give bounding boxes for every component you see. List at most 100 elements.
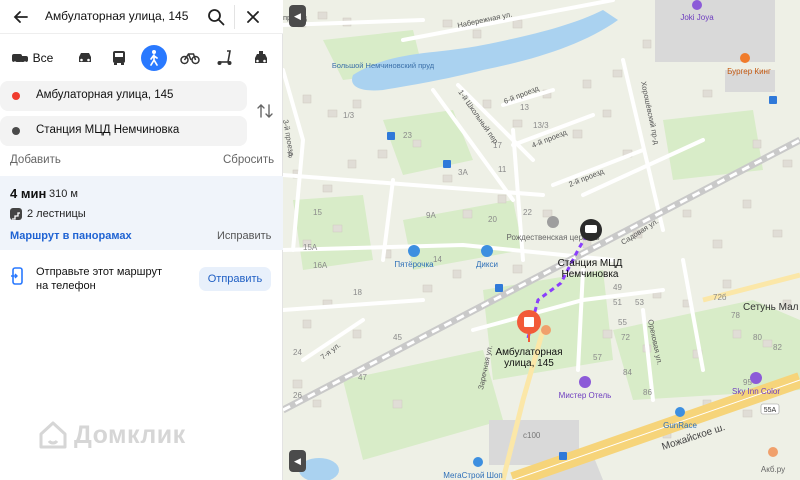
skyinn-icon [750, 372, 762, 384]
house-number: 13 [520, 103, 529, 112]
mode-car-button[interactable] [72, 44, 98, 72]
route-stairs: 2 лестницы [27, 208, 86, 220]
house-number: 16A [313, 261, 328, 270]
poi-megastroy: МегаСтрой Шоп [443, 471, 503, 480]
house-number: 51 [613, 298, 622, 307]
end-dot-icon [12, 127, 20, 135]
house-number: 24 [293, 348, 302, 357]
watermark: Домклик [38, 420, 186, 450]
house-number: 11 [498, 165, 507, 174]
house-number: 49 [613, 283, 622, 292]
house-number: 26 [293, 391, 302, 400]
poi-burger: Бургер Кинг [727, 67, 771, 76]
pyaterochka-icon [408, 245, 420, 257]
megastroy-icon [473, 457, 483, 467]
poi-akb: Акб.ру [761, 465, 785, 474]
hotel-icon [579, 376, 591, 388]
search-icon[interactable] [205, 6, 227, 28]
scooter-icon [217, 50, 232, 65]
house-number: 15 [313, 208, 322, 217]
cafe-icon [541, 325, 551, 335]
taxi-icon [255, 51, 267, 63]
house-number: 78 [731, 311, 740, 320]
mode-all-button[interactable]: Все [6, 44, 58, 72]
pond-label: Большой Немчиновский пруд [332, 61, 435, 70]
map-view[interactable]: 9 9A 11 13 13/3 3A 15 15А 14 16A 18 20 2… [283, 0, 800, 480]
send-to-phone-row: Отправьте этот маршрут на телефон Отправ… [0, 260, 283, 300]
pedestrian-icon [150, 50, 158, 66]
add-point-link[interactable]: Добавить [10, 154, 61, 166]
mode-all-label: Все [32, 51, 54, 65]
house-number: 23 [403, 131, 412, 140]
dixy-icon [481, 245, 493, 257]
pond-label-text: Большой Немчиновский пруд [332, 61, 435, 70]
church-icon [547, 216, 559, 228]
route-point-to[interactable]: Станция МЦД Немчиновка [0, 116, 247, 146]
house-number: 55 [618, 318, 627, 327]
bus-icon [113, 51, 125, 65]
burger-icon [740, 53, 750, 63]
mode-taxi-button[interactable] [248, 44, 274, 72]
akb-icon [768, 447, 778, 457]
map-canvas[interactable]: 9 9A 11 13 13/3 3A 15 15А 14 16A 18 20 2… [283, 0, 800, 480]
mode-bike-button[interactable] [177, 44, 203, 72]
house-number: 1/3 [343, 111, 355, 120]
send-line-2: на телефон [36, 280, 96, 292]
gunrace-icon [675, 407, 685, 417]
mode-walk-button[interactable] [141, 45, 167, 71]
route-point-from[interactable]: Амбулаторная улица, 145 [0, 81, 247, 111]
route-55a: 55А [764, 407, 777, 414]
from-input[interactable]: Амбулаторная улица, 145 [36, 89, 173, 101]
poi-gunrace: GunRace [663, 421, 697, 430]
reset-link[interactable]: Сбросить [223, 154, 274, 166]
divider [234, 5, 235, 29]
house-number: 20 [488, 215, 497, 224]
house-number: 3A [458, 168, 468, 177]
map-corner-button[interactable]: ◀ [289, 450, 306, 472]
mode-bus-button[interactable] [106, 44, 132, 72]
house-logo-icon [39, 421, 67, 449]
poi-mister: Мистер Отель [559, 391, 612, 400]
house-number: 80 [753, 333, 762, 342]
send-description: Отправьте этот маршрут на телефон [36, 265, 196, 293]
send-line-1: Отправьте этот маршрут [36, 266, 163, 278]
route-distance: 310 м [49, 188, 78, 200]
house-number: 22 [523, 208, 532, 217]
mode-scooter-button[interactable] [212, 44, 238, 72]
joki-icon [692, 0, 702, 10]
house-number: 14 [433, 255, 442, 264]
route-time: 4 мин [10, 186, 47, 201]
search-input[interactable]: Амбулаторная улица, 145 [45, 9, 188, 23]
fix-route-link[interactable]: Исправить [217, 230, 271, 242]
transport-modes: Все [0, 44, 283, 74]
poi-dest-2: улица, 145 [504, 358, 554, 369]
all-modes-icon [11, 54, 28, 65]
house-number: 9A [426, 211, 436, 220]
stairs-icon [10, 208, 22, 220]
house-number: 53 [635, 298, 644, 307]
street-label: 3-й проезд [283, 119, 296, 158]
poi-dest-1: Амбулаторная [496, 346, 563, 358]
house-number: 18 [353, 288, 362, 297]
panorama-route-link[interactable]: Маршрут в панорамах [10, 230, 132, 242]
close-icon[interactable] [242, 6, 264, 28]
collapse-panel-button[interactable]: ◀ [289, 5, 306, 27]
route-card[interactable]: 4 мин 310 м 2 лестницы Маршрут в панорам… [0, 176, 283, 250]
house-number: 45 [393, 333, 402, 342]
bicycle-icon [180, 53, 200, 65]
poi-joki: Joki Joya [680, 13, 714, 22]
poi-dixy: Дикси [476, 260, 498, 269]
back-arrow-icon[interactable] [10, 6, 32, 28]
house-number: 47 [358, 373, 367, 382]
poi-station-1: Станция МЦД [558, 258, 623, 269]
poi-station-2: Немчиновка [561, 269, 618, 280]
start-dot-icon [12, 92, 20, 100]
watermark-text: Домклик [74, 420, 186, 449]
send-button[interactable]: Отправить [199, 267, 271, 291]
swap-points-icon[interactable] [256, 102, 274, 120]
house-number: 15А [303, 243, 318, 252]
poi-skyinn: Sky Inn Color [732, 387, 780, 396]
house-number: 84 [623, 368, 632, 377]
building-c100: с100 [523, 431, 541, 440]
to-input[interactable]: Станция МЦД Немчиновка [36, 124, 179, 136]
